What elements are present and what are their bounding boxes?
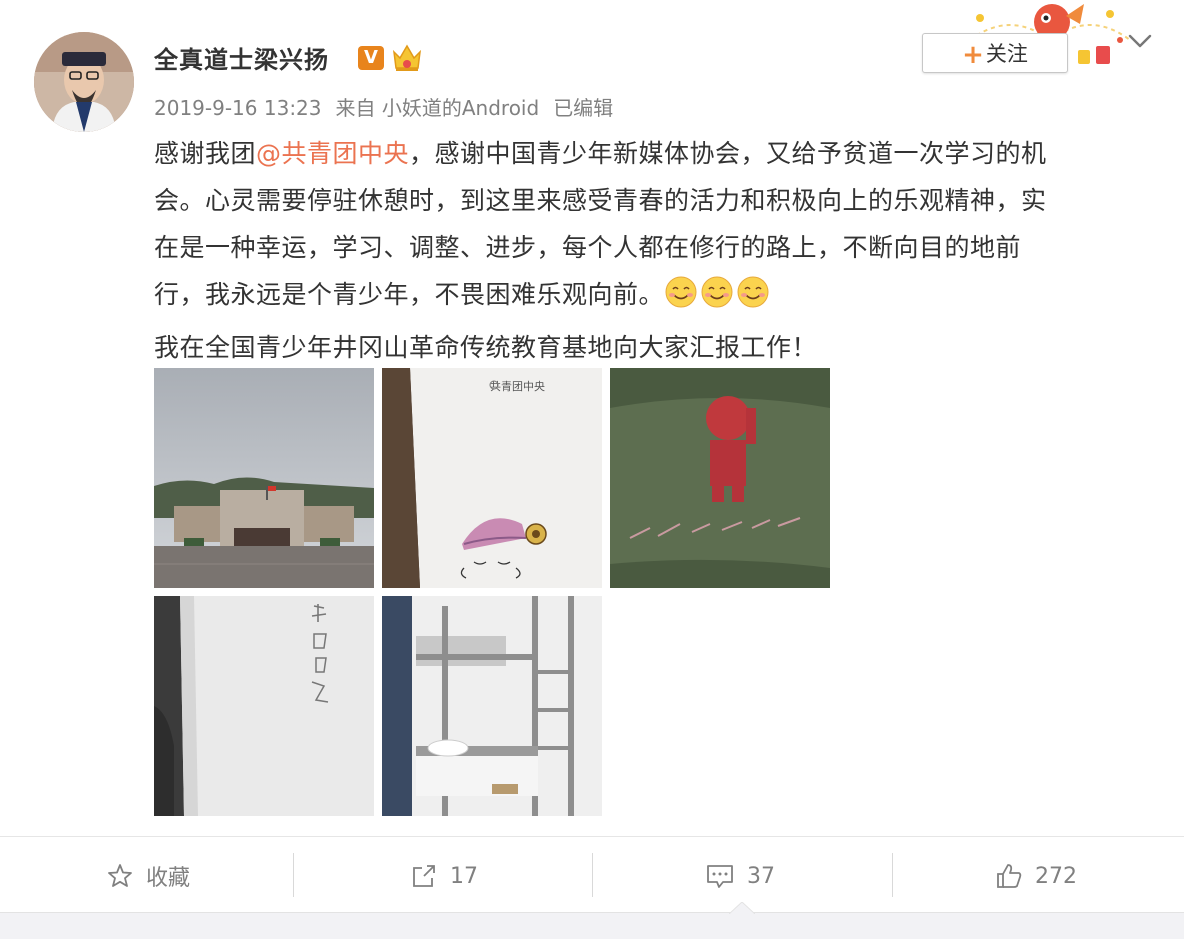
share-icon (413, 865, 435, 887)
plus-icon: + (962, 40, 984, 70)
weibo-post-card: 全真道士梁兴扬 V 2019-9-16 13:23 来自 小妖道的Android 已… (0, 0, 1184, 939)
source-label: 来自 小妖道的Android (335, 96, 540, 120)
comment-panel-bar (0, 912, 1184, 939)
thumbs-up-icon (997, 864, 1022, 888)
post-line: 我在全国青少年井冈山革命传统教育基地向大家汇报工作！ (154, 333, 818, 362)
post-meta: 2019-9-16 13:23 来自 小妖道的Android 已编辑 (154, 92, 627, 121)
caret-up-icon (729, 902, 755, 914)
notebook-photo[interactable]: 共青团中央 (382, 368, 602, 588)
smile-emoji-icon (701, 276, 733, 308)
text-span: 感谢我团 (154, 139, 257, 168)
notebook-cover-photo[interactable] (154, 596, 374, 816)
favorite-label: 收藏 (145, 866, 190, 891)
text-span: 行，我永远是个青少年，不畏困难乐观向前。 (154, 280, 665, 309)
edited-label[interactable]: 已编辑 (553, 96, 613, 120)
comment-button[interactable]: 37 (592, 856, 888, 896)
verified-badge: V (358, 46, 384, 70)
post-line: 会。心灵需要停驻休憩时，到这里来感受青春的活力和积极向上的乐观精神，实 (154, 186, 1047, 215)
repost-count: 17 (450, 863, 478, 889)
divider (293, 853, 294, 897)
building-photo[interactable] (154, 368, 374, 588)
notebook-logo-text: 共青团中央 (490, 380, 545, 393)
smile-emoji-icon (665, 276, 697, 308)
like-button[interactable]: 272 (888, 856, 1184, 896)
green-bag-photo[interactable] (610, 368, 830, 588)
text-span: ，感谢中国青少年新媒体协会，又给予贫道一次学习的机 (409, 139, 1047, 168)
avatar[interactable] (34, 32, 134, 132)
comment-icon (707, 865, 733, 888)
username[interactable]: 全真道士梁兴扬 (154, 40, 329, 75)
comment-count: 37 (747, 863, 775, 889)
post-line: 感谢我团@共青团中央，感谢中国青少年新媒体协会，又给予贫道一次学习的机 (154, 130, 1154, 177)
star-icon (108, 864, 132, 887)
follow-button[interactable]: +关注 (922, 33, 1068, 73)
follow-label: 关注 (985, 42, 1028, 66)
smile-emoji-icon (737, 276, 769, 308)
post-line: 行，我永远是个青少年，不畏困难乐观向前。 (154, 271, 1154, 324)
repost-button[interactable]: 17 (296, 856, 592, 896)
post-text: 感谢我团@共青团中央，感谢中国青少年新媒体协会，又给予贫道一次学习的机 会。心灵… (154, 130, 1154, 371)
timestamp[interactable]: 2019-9-16 13:23 (154, 96, 322, 120)
crown-icon (392, 44, 422, 71)
post-line: 在是一种幸运，学习、调整、进步，每个人都在修行的路上，不断向目的地前 (154, 233, 1022, 262)
bunk-bed-photo[interactable] (382, 596, 602, 816)
mention-link[interactable]: @共青团中央 (256, 139, 409, 168)
divider (0, 836, 1184, 837)
like-count: 272 (1035, 863, 1077, 889)
favorite-button[interactable]: 收藏 (0, 856, 296, 896)
emoji-group (664, 275, 772, 324)
